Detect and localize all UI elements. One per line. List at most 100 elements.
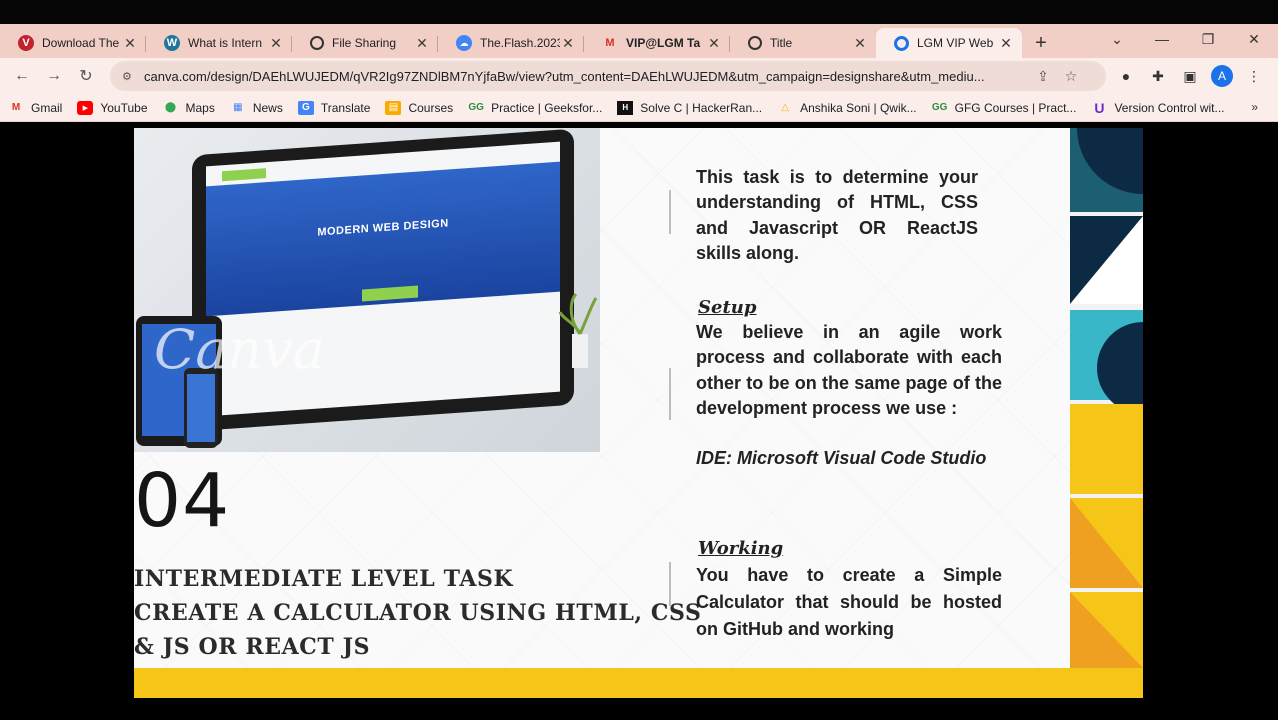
browser-toolbar: ← → ↻ ⚙ canva.com/design/DAEhLWUJEDM/qVR…: [0, 58, 1278, 94]
setup-heading: Setup: [698, 297, 757, 318]
youtube-icon: ▶: [77, 100, 94, 115]
bookmark-courses[interactable]: ▤ Courses: [385, 100, 454, 115]
task-number: 04: [134, 458, 231, 544]
back-icon[interactable]: ←: [6, 60, 38, 92]
close-icon[interactable]: ✕: [414, 35, 430, 51]
phone-screen: [187, 374, 215, 442]
tab-title: What is Intern: [188, 36, 263, 50]
tab-what-is-intern[interactable]: W What is Intern ✕: [146, 28, 292, 58]
close-icon[interactable]: ✕: [852, 35, 868, 51]
presentation-slide: MODERN WEB DESIGN Canva 04 INTERMEDIATE …: [134, 128, 1070, 668]
restore-icon[interactable]: ❐: [1188, 24, 1228, 54]
globe-icon: [310, 36, 324, 50]
ide-text: IDE: Microsoft Visual Code Studio: [696, 448, 987, 468]
tab-title: LGM VIP Web: [917, 36, 994, 50]
tab-file-sharing[interactable]: File Sharing ✕: [292, 28, 438, 58]
web-design-image: MODERN WEB DESIGN Canva: [134, 128, 600, 452]
gfg-icon: GG: [931, 102, 948, 113]
hero-button: [361, 285, 418, 302]
bookmark-label: YouTube: [100, 100, 148, 115]
reload-icon[interactable]: ↻: [70, 60, 102, 92]
menu-kebab-icon[interactable]: ⋮: [1240, 60, 1268, 92]
task-title: INTERMEDIATE LEVEL TASK CREATE A CALCULA…: [134, 562, 702, 664]
side-panel-icon[interactable]: ▣: [1176, 60, 1204, 92]
tab-search-icon[interactable]: ⌄: [1097, 24, 1137, 54]
tab-title: VIP@LGM Ta: [626, 36, 701, 50]
tab-title: File Sharing: [332, 36, 397, 50]
bookmark-label: Courses: [408, 100, 454, 115]
task-title-line-1: INTERMEDIATE LEVEL TASK: [134, 566, 514, 592]
task-title-line-2: CREATE A CALCULATOR USING HTML, CSS: [134, 600, 702, 626]
vivaldi-icon: V: [18, 35, 34, 51]
bookmark-label: Gmail: [31, 100, 63, 115]
avatar: A: [1211, 65, 1233, 87]
qwiklabs-icon: △: [781, 102, 789, 113]
hero-title: MODERN WEB DESIGN: [317, 217, 449, 239]
tab-vip-lgm[interactable]: M VIP@LGM Ta ✕: [584, 28, 730, 58]
share-icon[interactable]: ⇪: [1029, 62, 1057, 90]
globe-icon: [748, 36, 762, 50]
task-title-line-3: & JS OR REACT JS: [134, 634, 371, 660]
intro-text: This task is to determine your understan…: [696, 167, 978, 263]
maps-icon: ⬤: [164, 102, 177, 113]
close-icon[interactable]: ✕: [268, 35, 284, 51]
minimize-icon[interactable]: —: [1142, 24, 1182, 54]
close-icon[interactable]: ✕: [560, 35, 576, 51]
canva-watermark: Canva: [154, 318, 325, 381]
close-icon[interactable]: ✕: [122, 35, 138, 51]
bookmark-qwiklabs[interactable]: △ Anshika Soni | Qwik...: [777, 100, 917, 115]
tab-strip: V Download The ✕ W What is Intern ✕ File…: [0, 24, 1278, 58]
screen-hero: MODERN WEB DESIGN: [206, 161, 560, 317]
gmail-icon: M: [605, 37, 615, 49]
bookmarks-overflow-icon[interactable]: »: [1251, 100, 1258, 114]
tab-title: Download The: [42, 36, 120, 50]
forward-icon[interactable]: →: [38, 60, 70, 92]
setup-text: We believe in an agile work process and …: [696, 322, 1002, 418]
new-tab-button[interactable]: +: [1022, 28, 1060, 58]
cloud-icon: ☁: [456, 35, 472, 51]
udacity-icon: U: [1094, 99, 1105, 116]
toolbar-actions: ● ✚ ▣ A ⋮: [1112, 60, 1268, 92]
bookmark-maps[interactable]: ⬤ Maps: [163, 101, 215, 115]
gmail-icon: M: [11, 102, 21, 113]
slide-footer-bar: [134, 668, 1143, 698]
bookmark-gmail[interactable]: M Gmail: [8, 100, 63, 115]
bookmark-label: Maps: [185, 100, 215, 115]
bookmark-gfg-practice[interactable]: GG Practice | Geeksfor...: [468, 101, 602, 115]
window-close-icon[interactable]: ✕: [1234, 24, 1274, 54]
working-heading: Working: [698, 538, 784, 559]
divider-line: [669, 368, 671, 420]
close-icon[interactable]: ✕: [998, 35, 1014, 51]
bookmarks-bar: M Gmail ▶ YouTube ⬤ Maps ▦ News G Translate ▤…: [0, 94, 1278, 122]
site-info-icon[interactable]: ⚙: [122, 70, 134, 83]
bookmark-translate[interactable]: G Translate: [297, 100, 370, 115]
bookmark-star-icon[interactable]: ☆: [1057, 62, 1085, 90]
bookmark-gfg-courses[interactable]: GG GFG Courses | Pract...: [932, 101, 1077, 115]
address-bar[interactable]: ⚙ canva.com/design/DAEhLWUJEDM/qVR2Ig97Z…: [110, 61, 1106, 91]
decorative-shape-strip: [1070, 128, 1143, 668]
courses-icon: ▤: [385, 100, 402, 115]
url-text[interactable]: canva.com/design/DAEhLWUJEDM/qVR2Ig97ZND…: [144, 69, 1029, 84]
tab-title-page[interactable]: Title ✕: [730, 28, 876, 58]
bookmark-version-control[interactable]: U Version Control wit...: [1091, 99, 1225, 116]
tab-title: The.Flash.2023: [480, 36, 560, 50]
extension-icon[interactable]: ●: [1112, 60, 1140, 92]
tab-lgm-vip-web[interactable]: LGM VIP Web ✕: [876, 28, 1022, 58]
profile-button[interactable]: A: [1208, 60, 1236, 92]
close-icon[interactable]: ✕: [706, 35, 722, 51]
bookmark-youtube[interactable]: ▶ YouTube: [77, 100, 148, 115]
bookmark-label: Anshika Soni | Qwik...: [800, 100, 917, 115]
divider-line: [669, 562, 671, 606]
bookmark-hackerrank[interactable]: H Solve C | HackerRan...: [617, 100, 762, 115]
tab-the-flash[interactable]: ☁ The.Flash.2023 ✕: [438, 28, 584, 58]
browser-window: V Download The ✕ W What is Intern ✕ File…: [0, 0, 1278, 720]
plant-illustration: [558, 292, 598, 368]
translate-icon: G: [297, 100, 314, 115]
puzzle-extensions-icon[interactable]: ✚: [1144, 60, 1172, 92]
bookmark-label: News: [252, 100, 283, 115]
tab-download[interactable]: V Download The ✕: [0, 28, 146, 58]
page-viewport: MODERN WEB DESIGN Canva 04 INTERMEDIATE …: [0, 122, 1278, 720]
monitor-illustration: MODERN WEB DESIGN: [192, 128, 574, 432]
bookmark-label: Version Control wit...: [1114, 100, 1225, 115]
bookmark-news[interactable]: ▦ News: [230, 101, 283, 115]
